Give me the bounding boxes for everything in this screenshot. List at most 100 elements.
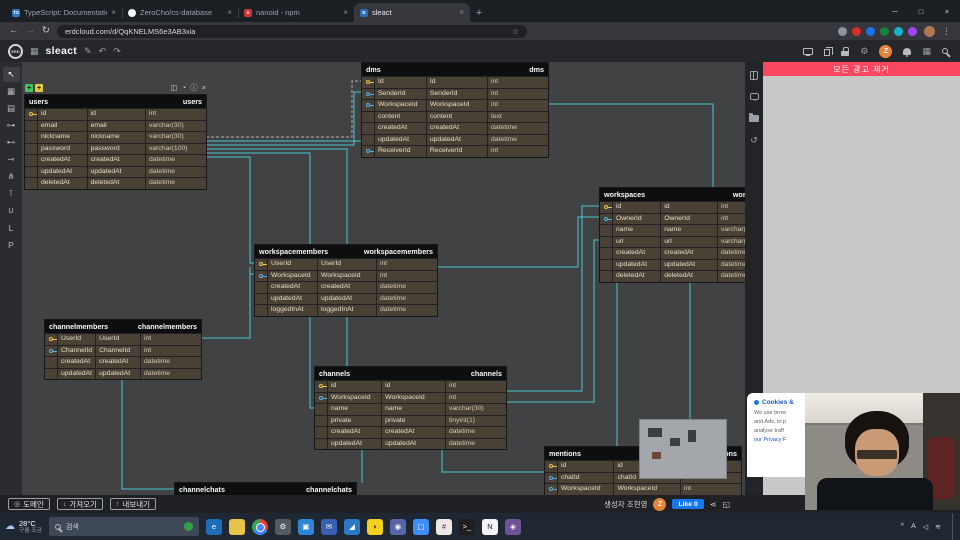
browser-menu-icon[interactable]: ⋮ <box>942 26 951 37</box>
rel-many-to-many-tool[interactable]: ⋔ <box>3 169 20 184</box>
add-table-tool[interactable]: ▦ <box>3 84 20 99</box>
redo-icon[interactable]: ↷ <box>113 46 121 57</box>
table-column-row[interactable]: deletedAt deletedAt datetime <box>600 271 745 282</box>
table-column-row[interactable]: createdAt createdAt datetime <box>25 155 206 166</box>
physical-view-tool[interactable]: P <box>3 237 20 252</box>
back-icon[interactable]: ← <box>9 26 19 36</box>
url-input[interactable]: erdcloud.com/d/QqKNELMS6e3AB3xia ☆ <box>56 24 527 38</box>
table-column-row[interactable]: nickname nickname varchar(30) <box>25 132 206 143</box>
rel-many-to-one-tool[interactable]: ⊸ <box>3 152 20 167</box>
show-desktop-button[interactable] <box>952 513 955 540</box>
apps-grid-icon[interactable]: ▦ <box>922 46 931 57</box>
duplicate-diagram-icon[interactable] <box>824 46 834 56</box>
table-title[interactable]: channels channels <box>315 367 506 380</box>
table-title[interactable]: users users <box>25 95 206 108</box>
domain-button[interactable]: ◎ 도메인 <box>8 498 50 510</box>
erdcloud-logo[interactable]: ERD <box>8 43 23 59</box>
info-icon[interactable]: ⓘ <box>190 84 198 92</box>
table-column-row[interactable]: createdAt createdAt datetime <box>45 357 201 368</box>
import-button[interactable]: ↓ 가져오기 <box>56 498 103 510</box>
lock-icon[interactable] <box>841 46 850 56</box>
table-column-row[interactable]: ChannelId ChannelId int <box>45 345 201 356</box>
add-key-column-button[interactable]: + <box>35 84 43 92</box>
github-desktop-icon[interactable]: ◈ <box>504 518 521 535</box>
remove-ads-banner[interactable]: 모든 광고 제거 <box>763 62 960 76</box>
comments-icon[interactable] <box>749 93 759 101</box>
table-title[interactable]: channelchats channelchats <box>175 483 356 495</box>
add-memo-tool[interactable]: ▤ <box>3 101 20 116</box>
kakaotalk-icon[interactable]: ◗ <box>366 518 383 535</box>
search-icon[interactable] <box>942 48 948 54</box>
extension-icon[interactable] <box>866 26 875 36</box>
table-column-row[interactable]: namenamevarchar(30) <box>315 404 506 415</box>
edge-icon[interactable]: e <box>205 518 222 535</box>
erd-table-users[interactable]: users users id id int email email varchar(30) ni… <box>25 95 206 189</box>
rel-one-to-many-tool[interactable]: ⊷ <box>3 135 20 150</box>
magnet-tool[interactable]: ∪ <box>3 203 20 218</box>
table-column-row[interactable]: namenamevarchar(30) <box>600 225 745 236</box>
erd-table-workspaces[interactable]: workspacesworkspacesididintOwnerIdOwnerI… <box>600 188 745 282</box>
table-column-row[interactable]: createdAt createdAt datetime <box>362 123 548 134</box>
extension-icon[interactable] <box>852 26 861 36</box>
erd-table-dms[interactable]: dms dms Id Id int SenderId SenderId int Workspac… <box>362 63 548 157</box>
table-title[interactable]: channelmembers channelmembers <box>45 320 201 333</box>
files-icon[interactable] <box>749 113 759 122</box>
extension-icon[interactable] <box>908 26 917 36</box>
erd-table-workspacemembers[interactable]: workspacemembers workspacemembers UserId Us… <box>255 245 437 316</box>
minimize-button[interactable]: ─ <box>882 0 908 22</box>
taskbar-search[interactable]: 검색 <box>48 517 199 536</box>
table-column-row[interactable]: SenderId SenderId int <box>362 88 548 99</box>
table-column-row[interactable]: ididint <box>315 381 506 392</box>
fullscreen-icon[interactable]: ◱ <box>722 500 730 509</box>
rel-one-to-one-tool[interactable]: ⊶ <box>3 118 20 133</box>
refresh-icon[interactable]: ↻ <box>42 26 50 36</box>
table-column-row[interactable]: updatedAt updatedAt datetime <box>315 438 506 449</box>
zoom-icon[interactable]: ▢ <box>412 518 429 535</box>
weather-widget[interactable]: ☁ 28°C 구름 조금 <box>5 519 42 534</box>
maximize-button[interactable]: □ <box>908 0 934 22</box>
browser-tab[interactable]: n nanoid - npm × <box>238 3 354 22</box>
erd-table-channelchats[interactable]: channelchats channelchats <box>175 483 356 495</box>
extension-icon[interactable] <box>894 26 903 36</box>
discord-icon[interactable]: ◉ <box>389 518 406 535</box>
table-column-row[interactable]: private private tinyint(1) <box>315 415 506 426</box>
table-title[interactable]: workspaces workspaces <box>600 188 745 201</box>
table-column-row[interactable]: ididint <box>600 202 745 213</box>
bookmark-star-icon[interactable]: ☆ <box>512 27 519 36</box>
erd-canvas[interactable]: + + ◫ ◔ ⓘ × users users id id int email email varc… <box>22 62 745 495</box>
extension-icon[interactable] <box>880 26 889 36</box>
notion-icon[interactable]: N <box>481 518 498 535</box>
store-icon[interactable]: ▣ <box>297 518 314 535</box>
tab-close-icon[interactable]: × <box>459 8 464 17</box>
export-button[interactable]: ↑ 내보내기 <box>109 498 157 510</box>
tab-close-icon[interactable]: × <box>227 8 232 17</box>
browser-tab[interactable]: ZeroCho/cs-database × <box>122 3 238 22</box>
notifications-bell-icon[interactable] <box>903 47 912 57</box>
new-tab-button[interactable]: + <box>470 4 488 22</box>
table-column-row[interactable]: loggedInAt loggedInAt datetime <box>255 305 437 316</box>
table-column-row[interactable]: createdAt createdAt datetime <box>315 427 506 438</box>
table-column-row[interactable]: updatedAt updatedAt datetime <box>25 166 206 177</box>
extension-icon[interactable] <box>838 26 847 36</box>
undo-icon[interactable]: ↶ <box>99 46 107 57</box>
color-icon[interactable]: ◔ <box>182 84 187 92</box>
table-column-row[interactable]: content content text <box>362 111 548 122</box>
table-column-row[interactable]: password password varchar(100) <box>25 143 206 154</box>
settings-gear-icon[interactable]: ⚙ <box>860 46 868 57</box>
table-column-row[interactable]: WorkspaceId WorkspaceId int <box>362 100 548 111</box>
creator-avatar[interactable]: Z <box>653 497 667 511</box>
ime-icon[interactable]: A <box>911 523 916 530</box>
cursor-tool[interactable]: ↖ <box>2 67 20 82</box>
facebook-like-button[interactable]: Like 0 <box>672 499 704 509</box>
table-column-row[interactable]: updatedAt updatedAt datetime <box>600 259 745 270</box>
table-column-row[interactable]: WorkspaceId WorkspaceId int <box>545 484 741 495</box>
table-column-row[interactable]: updatedAt updatedAt datetime <box>255 293 437 304</box>
tray-expand-icon[interactable]: ^ <box>901 523 904 530</box>
table-column-row[interactable]: updatedAt updatedAt datetime <box>362 134 548 145</box>
table-column-row[interactable]: UserId UserId int <box>255 259 437 270</box>
table-title[interactable]: workspacemembers workspacemembers <box>255 245 437 258</box>
table-column-row[interactable]: WorkspaceId WorkspaceId int <box>255 270 437 281</box>
table-title[interactable]: dms dms <box>362 63 548 76</box>
duplicate-icon[interactable]: ◫ <box>170 84 177 92</box>
table-column-row[interactable]: UserId UserId int <box>45 334 201 345</box>
